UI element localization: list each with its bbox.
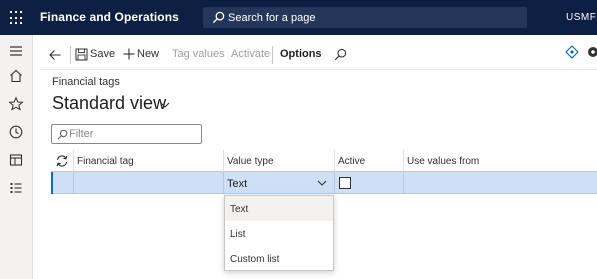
new-button[interactable]: New [137, 48, 159, 60]
tag-values-button[interactable]: Tag values [172, 48, 225, 60]
refresh-icon[interactable] [55, 154, 69, 168]
dropdown-option-list[interactable]: List [225, 221, 333, 246]
column-divider [223, 150, 224, 172]
column-divider [73, 150, 74, 172]
plus-icon[interactable] [123, 48, 135, 60]
view-selector[interactable]: Standard view [52, 93, 166, 114]
column-header-value-type[interactable]: Value type [227, 156, 274, 167]
column-divider [334, 150, 335, 172]
action-separator [70, 46, 71, 64]
column-divider [334, 172, 335, 194]
value-type-dropdown: Text List Custom list [224, 195, 334, 271]
column-divider [223, 172, 224, 194]
search-icon [57, 129, 68, 140]
hamburger-icon[interactable] [8, 43, 24, 59]
column-divider [403, 172, 404, 194]
diamond-icon[interactable] [565, 45, 579, 59]
dropdown-option-custom-list[interactable]: Custom list [225, 246, 333, 271]
search-placeholder: Search for a page [228, 12, 316, 24]
table-row[interactable]: Text [51, 172, 597, 194]
active-checkbox[interactable] [339, 177, 351, 189]
left-nav-pane [0, 35, 33, 279]
filter-input[interactable] [69, 127, 197, 141]
save-button[interactable]: Save [90, 48, 115, 60]
row-selector[interactable] [51, 172, 73, 194]
app-title[interactable]: Finance and Operations [40, 10, 179, 24]
chevron-down-icon[interactable] [317, 180, 327, 187]
value-type-select[interactable]: Text [227, 178, 247, 190]
column-header-use-values-from[interactable]: Use values from [407, 156, 479, 167]
app-launcher-icon[interactable] [10, 11, 24, 25]
settings-icon[interactable] [586, 45, 597, 59]
column-divider [403, 150, 404, 172]
action-pane: Save New Tag values Activate Options [40, 40, 597, 70]
page-search-box[interactable]: Search for a page [203, 7, 527, 28]
home-icon[interactable] [8, 68, 24, 84]
grid-header: Financial tag Value type Active Use valu… [51, 150, 597, 172]
column-divider [73, 172, 74, 194]
column-header-financial-tag[interactable]: Financial tag [77, 156, 134, 167]
filter-box[interactable] [51, 124, 202, 144]
breadcrumb: Financial tags [52, 76, 120, 88]
search-icon[interactable] [334, 48, 347, 61]
chevron-down-icon[interactable] [160, 101, 170, 109]
back-arrow-icon[interactable] [48, 48, 62, 62]
column-header-active[interactable]: Active [338, 156, 365, 167]
dropdown-option-text[interactable]: Text [225, 196, 333, 221]
action-separator [272, 46, 273, 64]
list-icon[interactable] [8, 180, 24, 196]
workspace-icon[interactable] [8, 152, 24, 168]
options-tab[interactable]: Options [280, 48, 322, 60]
star-icon[interactable] [8, 96, 24, 112]
activate-button[interactable]: Activate [231, 48, 270, 60]
top-bar: Finance and Operations Search for a page… [0, 0, 597, 35]
company-picker[interactable]: USMF [566, 12, 596, 23]
search-icon [212, 11, 225, 24]
clock-icon[interactable] [8, 124, 24, 140]
save-icon[interactable] [75, 48, 88, 61]
